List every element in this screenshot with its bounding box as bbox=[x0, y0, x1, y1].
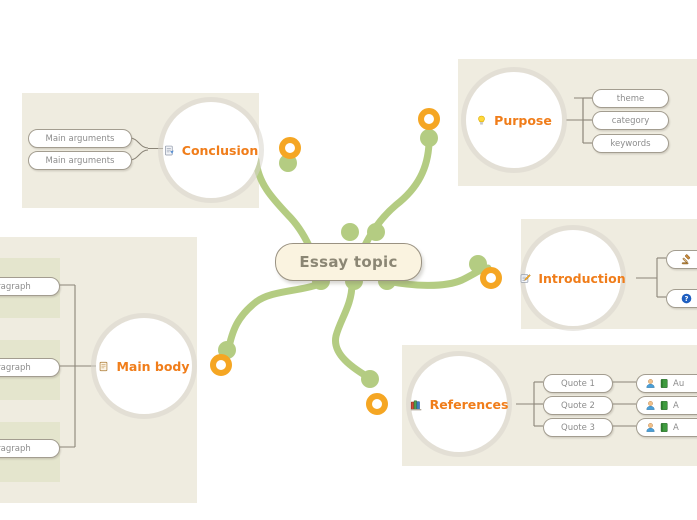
topic-label-purpose-wrap: Purpose bbox=[476, 113, 552, 128]
mindmap-canvas: Essay topic Conclusion Main arguments Ma… bbox=[0, 0, 697, 520]
topic-circle-conclusion[interactable]: Conclusion bbox=[163, 102, 259, 198]
grandchild-label: Au bbox=[673, 378, 685, 389]
child-label: Main arguments bbox=[45, 133, 115, 144]
child-introduction-gavel[interactable] bbox=[666, 250, 697, 269]
child-label: Paragraph bbox=[0, 281, 31, 292]
topic-label-introduction-wrap: Introduction bbox=[520, 270, 626, 286]
topic-label-references-wrap: References bbox=[410, 396, 509, 412]
topic-circle-references[interactable]: References bbox=[410, 356, 509, 452]
child-references-quote-3[interactable]: Quote 3 bbox=[543, 418, 613, 437]
central-topic-label: Essay topic bbox=[299, 253, 398, 271]
green-book-icon bbox=[660, 423, 668, 432]
topic-circle-introduction[interactable]: Introduction bbox=[521, 230, 626, 326]
child-conclusion-main-arguments-1[interactable]: Main arguments bbox=[28, 129, 132, 148]
grandchild-references-author-1[interactable]: Au bbox=[636, 374, 697, 393]
topic-label-main-body: Main body bbox=[116, 358, 190, 374]
grandchild-label: A bbox=[673, 400, 679, 411]
child-label: keywords bbox=[610, 138, 651, 149]
grandchild-label: A bbox=[673, 422, 679, 433]
notepad-icon bbox=[100, 361, 108, 371]
topic-label-main-body-wrap: Main body bbox=[98, 358, 190, 374]
child-main-body-paragraph-2[interactable]: Paragraph bbox=[0, 358, 60, 377]
books-icon bbox=[410, 400, 421, 410]
topic-circle-purpose[interactable]: Purpose bbox=[466, 72, 562, 168]
grandchild-references-author-2[interactable]: A bbox=[636, 396, 697, 415]
child-references-quote-1[interactable]: Quote 1 bbox=[543, 374, 613, 393]
child-purpose-keywords[interactable]: keywords bbox=[592, 134, 669, 153]
person-icon bbox=[646, 379, 655, 388]
child-main-body-paragraph-1[interactable]: Paragraph bbox=[0, 277, 60, 296]
child-introduction-question[interactable]: ? bbox=[666, 289, 697, 308]
child-label: Paragraph bbox=[0, 443, 31, 454]
child-label: Main arguments bbox=[45, 155, 115, 166]
central-topic-node[interactable]: Essay topic bbox=[275, 243, 422, 281]
child-label: Quote 2 bbox=[561, 400, 595, 411]
child-main-body-paragraph-3[interactable]: Paragraph bbox=[0, 439, 60, 458]
topic-label-conclusion-wrap: Conclusion bbox=[164, 143, 258, 158]
child-label: Quote 1 bbox=[561, 378, 595, 389]
lightbulb-icon bbox=[478, 115, 485, 124]
child-label: Quote 3 bbox=[561, 422, 595, 433]
child-label: category bbox=[611, 115, 650, 126]
child-label: Paragraph bbox=[0, 362, 31, 373]
child-references-quote-2[interactable]: Quote 2 bbox=[543, 396, 613, 415]
document-icon bbox=[164, 145, 174, 155]
child-label: theme bbox=[616, 93, 645, 104]
child-purpose-theme[interactable]: theme bbox=[592, 89, 669, 108]
grandchild-references-author-3[interactable]: A bbox=[636, 418, 697, 437]
topic-label-introduction: Introduction bbox=[538, 270, 626, 286]
person-icon bbox=[646, 401, 655, 410]
green-book-icon bbox=[660, 379, 668, 388]
topic-label-conclusion: Conclusion bbox=[181, 142, 259, 158]
question-mark-icon: ? bbox=[681, 293, 692, 304]
person-icon bbox=[646, 423, 655, 432]
green-book-icon bbox=[660, 401, 668, 410]
child-conclusion-main-arguments-2[interactable]: Main arguments bbox=[28, 151, 132, 170]
gavel-icon bbox=[681, 254, 691, 265]
topic-label-references: References bbox=[429, 396, 509, 412]
pencil-note-icon bbox=[521, 273, 532, 283]
svg-text:?: ? bbox=[685, 295, 689, 303]
topic-label-purpose: Purpose bbox=[494, 112, 552, 128]
topic-circle-main-body[interactable]: Main body bbox=[96, 318, 192, 414]
child-purpose-category[interactable]: category bbox=[592, 111, 669, 130]
